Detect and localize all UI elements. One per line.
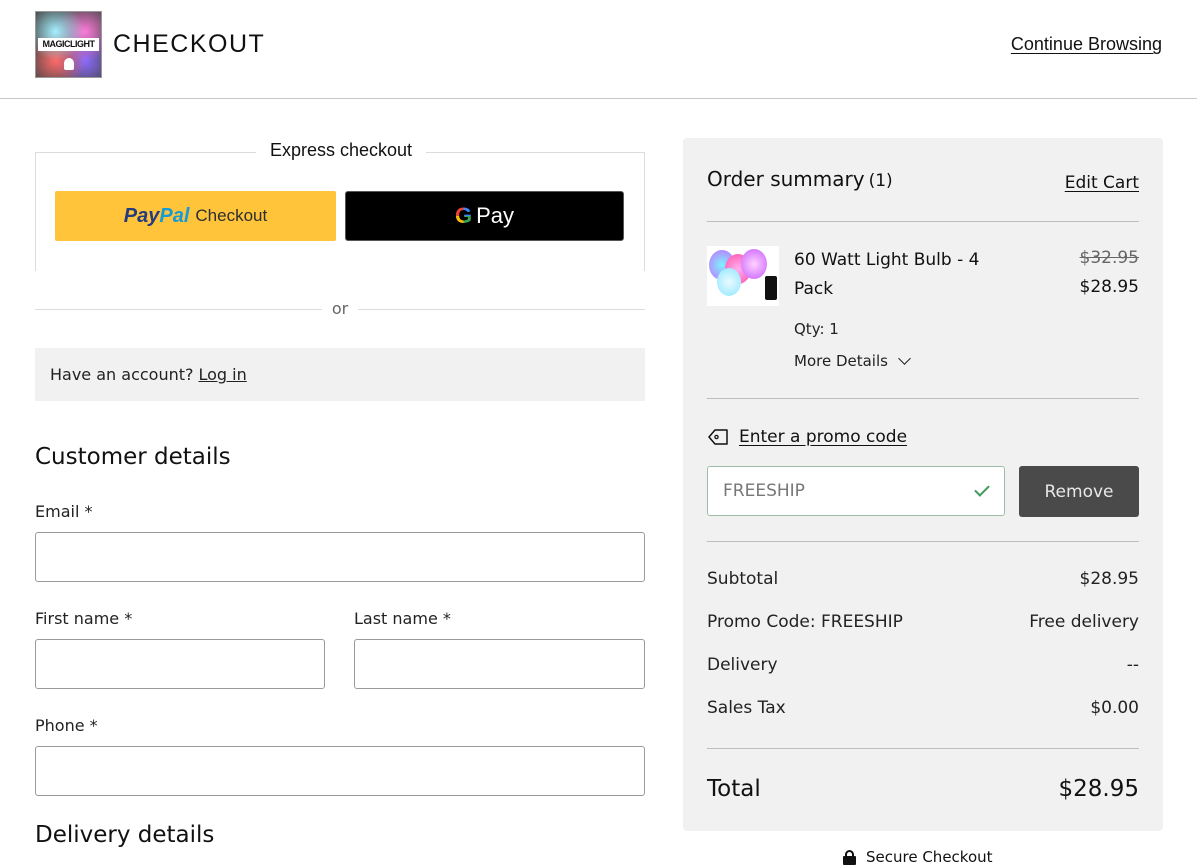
divider-line (707, 541, 1139, 542)
order-summary-panel: Order summary (1) Edit Cart 60 Watt Light… (683, 138, 1163, 831)
bulb-image (717, 268, 741, 296)
more-details-label: More Details (794, 352, 888, 370)
last-name-field[interactable] (354, 639, 645, 689)
original-price: $32.95 (1079, 248, 1139, 268)
paypal-logo-part-b: Pal (159, 204, 190, 227)
product-thumbnail[interactable] (707, 246, 779, 306)
promo-code-input[interactable]: FREESHIP (707, 466, 1005, 516)
promo-label: Promo Code: FREESHIP (707, 612, 903, 632)
order-summary-title: Order summary (1) (707, 167, 893, 191)
page-title: CHECKOUT (113, 30, 266, 58)
promo-code-value: FREESHIP (723, 481, 805, 501)
or-divider: or (35, 298, 645, 320)
lock-icon (843, 849, 856, 865)
total-value: $28.95 (1058, 776, 1139, 802)
google-pay-label: Pay (476, 203, 515, 228)
logo-text: MAGICLIGHT (38, 38, 99, 51)
delivery-label: Delivery (707, 655, 778, 675)
promo-code-link-label: Enter a promo code (739, 427, 908, 447)
tag-icon (708, 429, 728, 445)
edit-cart-link[interactable]: Edit Cart (1065, 173, 1139, 193)
google-g-icon: G (454, 203, 473, 228)
paypal-logo-part-a: Pay (123, 204, 160, 227)
subtotal-label: Subtotal (707, 569, 779, 589)
secure-checkout: Secure Checkout (843, 848, 993, 866)
order-summary-title-text: Order summary (707, 167, 865, 191)
phone-field[interactable] (35, 746, 645, 796)
sales-tax-value: $0.00 (1090, 698, 1139, 718)
continue-browsing-link[interactable]: Continue Browsing (1011, 34, 1162, 55)
google-pay-button[interactable]: G Pay (345, 191, 624, 241)
divider-line (358, 309, 645, 310)
divider-line (707, 398, 1139, 399)
sales-tax-row: Sales Tax $0.00 (707, 698, 1139, 718)
divider-line (707, 221, 1139, 222)
paypal-logo: PayPal (124, 205, 190, 228)
account-prompt: Have an account? (50, 365, 194, 384)
phone-label: Phone * (35, 716, 98, 735)
quantity: Qty: 1 (794, 320, 839, 338)
divider-line (707, 748, 1139, 749)
bulb-icon (64, 58, 74, 70)
promo-value: Free delivery (1029, 612, 1139, 632)
product-name: 60 Watt Light Bulb - 4 Pack (794, 250, 980, 299)
promo-code-link[interactable]: Enter a promo code (707, 427, 907, 447)
sales-tax-label: Sales Tax (707, 698, 786, 718)
customer-details-title: Customer details (35, 444, 231, 470)
login-link[interactable]: Log in (199, 365, 247, 384)
promo-row: Promo Code: FREESHIP Free delivery (707, 612, 1139, 632)
paypal-checkout-button[interactable]: PayPal Checkout (55, 191, 336, 241)
total-row: Total $28.95 (707, 776, 1139, 802)
item-count: (1) (868, 171, 893, 191)
express-checkout-title-text: Express checkout (255, 140, 427, 160)
chevron-down-icon (898, 352, 911, 365)
account-bar: Have an account? Log in (35, 348, 645, 401)
express-checkout-box: Express checkout PayPal Checkout G Pay (35, 140, 645, 271)
email-label: Email * (35, 502, 93, 521)
first-name-field[interactable] (35, 639, 325, 689)
sale-price: $28.95 (1079, 277, 1139, 297)
first-name-label: First name * (35, 609, 133, 628)
express-checkout-title: Express checkout (36, 140, 646, 161)
last-name-label: Last name * (354, 609, 451, 628)
delivery-details-title: Delivery details (35, 822, 215, 848)
delivery-value: -- (1126, 655, 1139, 675)
subtotal-row: Subtotal $28.95 (707, 569, 1139, 589)
brand-logo[interactable]: MAGICLIGHT (35, 11, 102, 78)
remove-promo-button[interactable]: Remove (1019, 466, 1139, 517)
delivery-row: Delivery -- (707, 655, 1139, 675)
secure-checkout-label: Secure Checkout (866, 848, 993, 866)
total-label: Total (707, 776, 761, 802)
check-icon (974, 481, 990, 497)
bulb-image (741, 249, 767, 279)
paypal-button-label: Checkout (195, 206, 268, 225)
email-field[interactable] (35, 532, 645, 582)
subtotal-value: $28.95 (1079, 569, 1139, 589)
more-details-toggle[interactable]: More Details (794, 352, 911, 370)
header: MAGICLIGHT CHECKOUT Continue Browsing (0, 0, 1197, 99)
phone-image (765, 276, 777, 300)
